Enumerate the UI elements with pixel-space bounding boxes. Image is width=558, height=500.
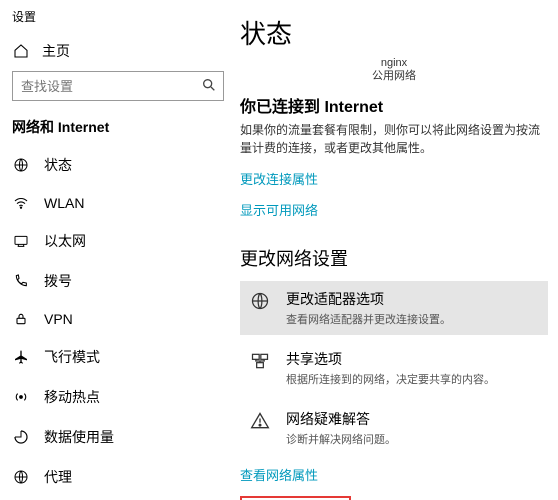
- option-sharing[interactable]: 共享选项 根据所连接到的网络，决定要共享的内容。: [240, 341, 548, 395]
- search-input[interactable]: [12, 71, 224, 101]
- option-title: 网络疑难解答: [286, 409, 396, 429]
- search-box[interactable]: [12, 71, 224, 101]
- nav-status[interactable]: 状态: [6, 145, 230, 185]
- status-icon: [12, 157, 30, 173]
- firewall-highlight: Windows 防火墙: [240, 496, 351, 500]
- home-button[interactable]: 主页: [6, 35, 230, 71]
- adapter-icon: [250, 289, 272, 327]
- option-title: 更改适配器选项: [286, 289, 451, 309]
- nav-wlan[interactable]: WLAN: [6, 185, 230, 221]
- proxy-icon: [12, 469, 30, 485]
- nav-airplane[interactable]: 飞行模式: [6, 337, 230, 377]
- page-title: 状态: [240, 14, 548, 51]
- nav-hotspot[interactable]: 移动热点: [6, 377, 230, 417]
- link-show-available[interactable]: 显示可用网络: [240, 200, 318, 219]
- network-name: nginx: [240, 57, 548, 70]
- option-adapter[interactable]: 更改适配器选项 查看网络适配器并更改连接设置。: [240, 281, 548, 335]
- link-change-connection[interactable]: 更改连接属性: [240, 169, 318, 188]
- wifi-icon: [12, 195, 30, 211]
- hotspot-icon: [12, 389, 30, 405]
- category-header: 网络和 Internet: [6, 117, 230, 145]
- sharing-icon: [250, 349, 272, 387]
- option-troubleshoot[interactable]: 网络疑难解答 诊断并解决网络问题。: [240, 401, 548, 455]
- nav-dialup[interactable]: 拨号: [6, 261, 230, 301]
- nav-proxy[interactable]: 代理: [6, 457, 230, 497]
- nav-label: WLAN: [44, 195, 84, 211]
- dialup-icon: [12, 273, 30, 289]
- nav-ethernet[interactable]: 以太网: [6, 221, 230, 261]
- ethernet-icon: [12, 233, 30, 249]
- connected-heading: 你已连接到 Internet: [240, 93, 548, 117]
- nav-label: VPN: [44, 311, 73, 327]
- option-desc: 根据所连接到的网络，决定要共享的内容。: [286, 371, 495, 387]
- option-desc: 诊断并解决网络问题。: [286, 431, 396, 447]
- network-type: 公用网络: [240, 70, 548, 83]
- home-icon: [12, 43, 30, 59]
- main-content: 状态 nginx 公用网络 你已连接到 Internet 如果你的流量套餐有限制…: [230, 0, 558, 500]
- nav-label: 飞行模式: [44, 347, 100, 367]
- link-view-properties[interactable]: 查看网络属性: [240, 465, 318, 484]
- nav-data-usage[interactable]: 数据使用量: [6, 417, 230, 457]
- option-title: 共享选项: [286, 349, 495, 369]
- airplane-icon: [12, 349, 30, 365]
- home-label: 主页: [42, 41, 70, 61]
- nav-label: 数据使用量: [44, 427, 114, 447]
- nav-label: 代理: [44, 467, 72, 487]
- nav-label: 拨号: [44, 271, 72, 291]
- connected-desc: 如果你的流量套餐有限制，则你可以将此网络设置为按流量计费的连接，或者更改其他属性…: [240, 121, 548, 157]
- nav-label: 状态: [44, 155, 72, 175]
- vpn-icon: [12, 311, 30, 327]
- change-settings-heading: 更改网络设置: [240, 245, 548, 271]
- nav-vpn[interactable]: VPN: [6, 301, 230, 337]
- app-title: 设置: [6, 4, 230, 35]
- troubleshoot-icon: [250, 409, 272, 447]
- data-usage-icon: [12, 429, 30, 445]
- nav-label: 以太网: [44, 231, 86, 251]
- nav-label: 移动热点: [44, 387, 100, 407]
- sidebar: 设置 主页 网络和 Internet 状态 WLAN 以太网: [0, 0, 230, 500]
- option-desc: 查看网络适配器并更改连接设置。: [286, 311, 451, 327]
- search-icon: [201, 77, 217, 93]
- network-header: nginx 公用网络: [240, 57, 548, 83]
